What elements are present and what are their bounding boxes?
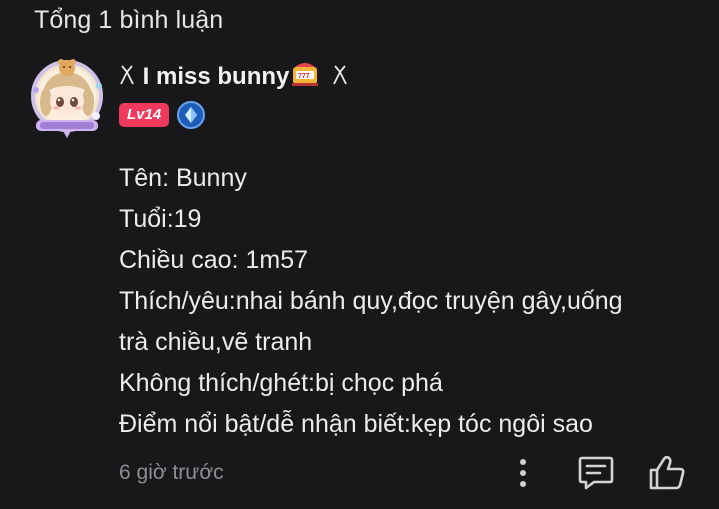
username-text: I miss bunny: [142, 63, 290, 90]
tongs-icon: [118, 63, 143, 90]
comment-line: Tên: Bunny: [119, 164, 247, 192]
comment-bubble-icon: [578, 456, 614, 490]
comment-line: Điểm nổi bật/dễ nhận biết:kẹp tóc ngôi s…: [119, 410, 593, 438]
thumbs-up-icon: [649, 455, 685, 490]
username[interactable]: I miss bunny 777: [118, 61, 349, 94]
comment-text: Tên: Bunny Tuổi:19 Chiều cao: 1m57 Thích…: [119, 158, 709, 445]
comment-panel: Tổng 1 bình luận I miss bunny 777 Lv14 T…: [0, 0, 719, 509]
avatar-frame-icon: [31, 59, 103, 138]
level-badge: Lv14: [119, 103, 170, 127]
more-options-button[interactable]: [509, 455, 537, 491]
comment-count-title: Tổng 1 bình luận: [34, 6, 224, 34]
avatar[interactable]: [26, 56, 108, 140]
vertical-dots-icon: [520, 459, 526, 487]
tongs-icon: [324, 63, 349, 90]
slot-machine-icon: 777: [290, 61, 320, 94]
comment-line: trà chiều,vẽ tranh: [119, 328, 313, 356]
comment-line: Tuổi:19: [119, 205, 202, 233]
comment-line: Thích/yêu:nhai bánh quy,đọc truyện gây,u…: [119, 287, 623, 315]
blue-crystal-icon: [177, 101, 206, 129]
comment-line: Không thích/ghét:bị chọc phá: [119, 369, 443, 397]
comment-line: Chiều cao: 1m57: [119, 246, 309, 274]
timestamp: 6 giờ trước: [119, 461, 224, 484]
svg-text:777: 777: [298, 73, 310, 80]
like-button[interactable]: [646, 453, 688, 493]
reply-button[interactable]: [576, 454, 616, 492]
user-badges: Lv14: [119, 101, 206, 129]
